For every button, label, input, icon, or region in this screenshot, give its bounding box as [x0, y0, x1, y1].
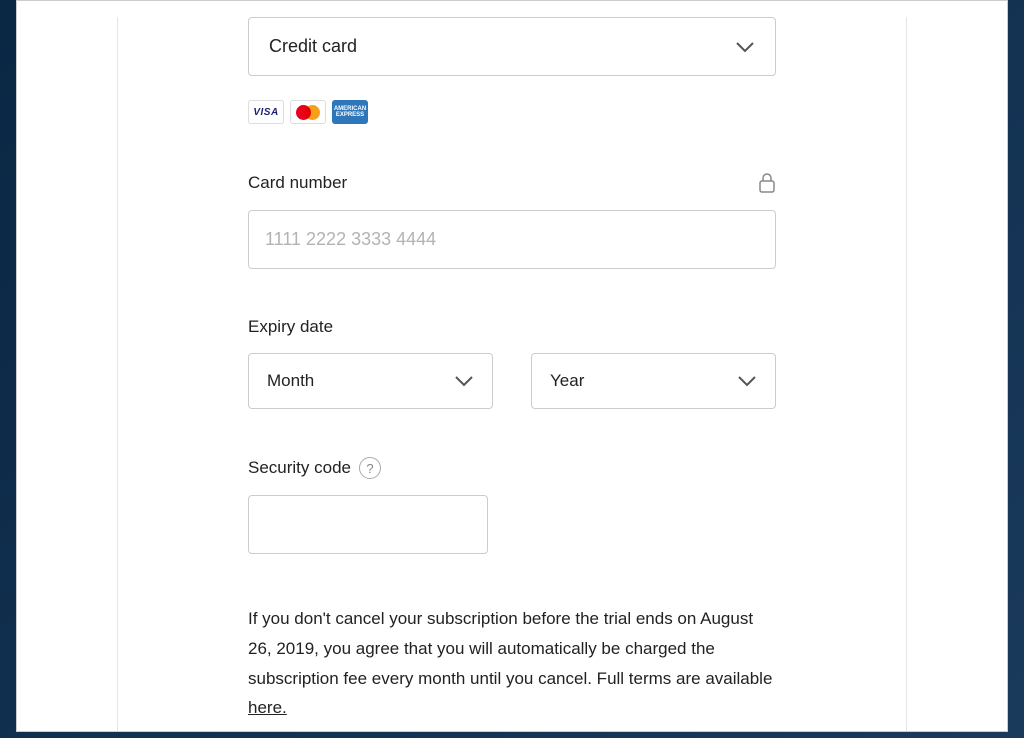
expiry-field: Expiry date Month Year	[248, 317, 776, 409]
accepted-cards: VISA AMERICAN EXPRESS	[248, 100, 776, 124]
payment-method-value: Credit card	[269, 36, 357, 57]
scroll-container[interactable]: Credit card VISA AMERICAN EXPRESS Card n…	[17, 1, 1007, 731]
expiry-label: Expiry date	[248, 317, 776, 337]
visa-icon: VISA	[248, 100, 284, 124]
payment-form: Credit card VISA AMERICAN EXPRESS Card n…	[117, 17, 907, 731]
amex-icon: AMERICAN EXPRESS	[332, 100, 368, 124]
chevron-down-icon	[737, 375, 757, 387]
card-number-field: Card number	[248, 172, 776, 269]
security-code-input[interactable]	[248, 495, 488, 554]
expiry-month-value: Month	[267, 371, 314, 391]
payment-method-select[interactable]: Credit card	[248, 17, 776, 76]
terms-link[interactable]: here.	[248, 698, 287, 717]
security-code-field: Security code ?	[248, 457, 776, 554]
lock-icon	[758, 172, 776, 194]
terms-text: If you don't cancel your subscription be…	[248, 604, 776, 723]
expiry-year-select[interactable]: Year	[531, 353, 776, 409]
expiry-year-value: Year	[550, 371, 584, 391]
browser-window: Credit card VISA AMERICAN EXPRESS Card n…	[16, 0, 1008, 732]
help-icon[interactable]: ?	[359, 457, 381, 479]
terms-body: If you don't cancel your subscription be…	[248, 609, 772, 688]
mastercard-icon	[290, 100, 326, 124]
chevron-down-icon	[735, 41, 755, 53]
chevron-down-icon	[454, 375, 474, 387]
expiry-month-select[interactable]: Month	[248, 353, 493, 409]
card-number-label: Card number	[248, 173, 347, 193]
security-code-label: Security code	[248, 458, 351, 478]
card-number-input[interactable]	[248, 210, 776, 269]
